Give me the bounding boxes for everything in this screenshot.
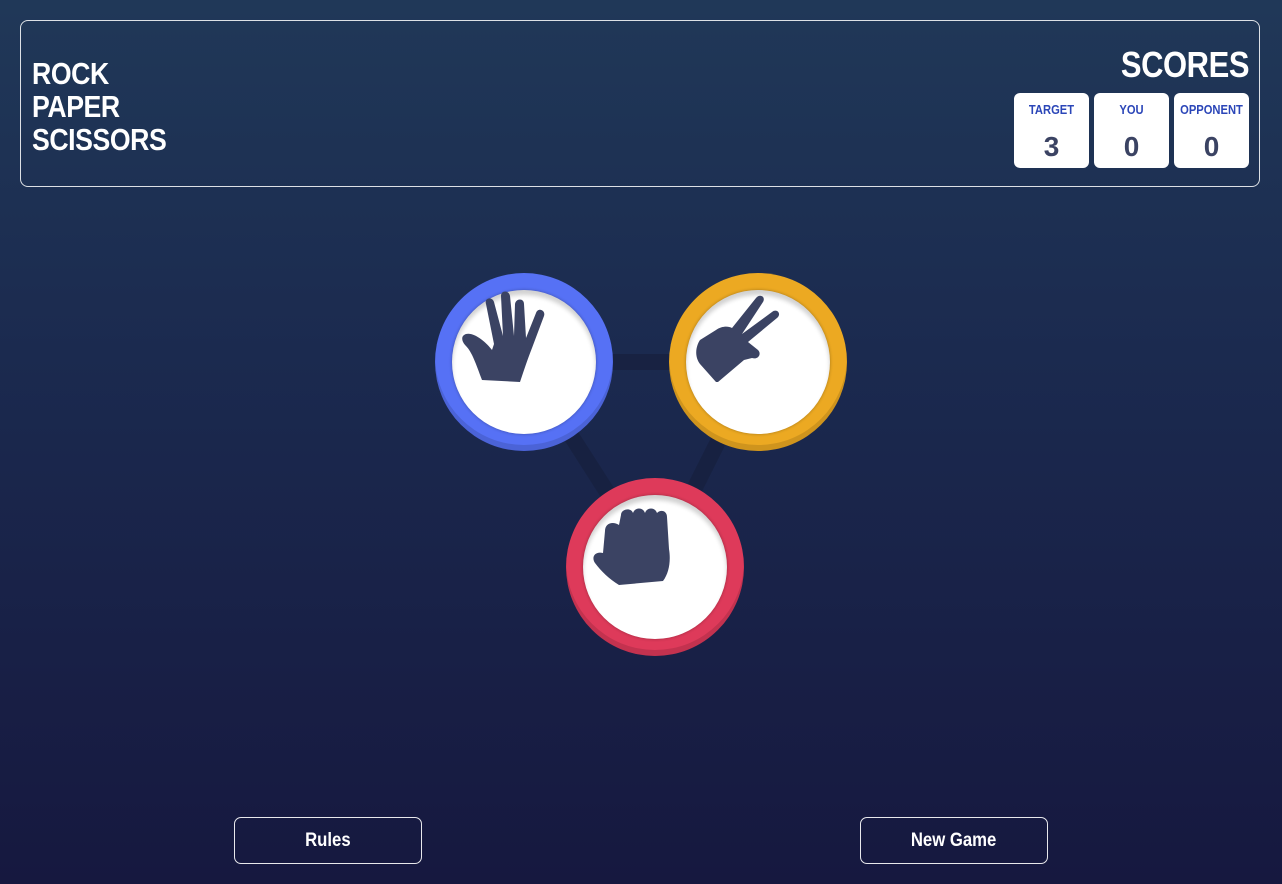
score-label-you: YOU [1119, 102, 1144, 117]
score-boxes: TARGET 3 YOU 0 OPPONENT 0 [1014, 93, 1249, 168]
score-value-opponent: 0 [1203, 131, 1220, 162]
paper-token[interactable] [435, 273, 613, 451]
scissors-token-face [686, 290, 830, 434]
new-game-button-label: New Game [911, 829, 997, 851]
rules-button[interactable]: Rules [234, 817, 422, 864]
new-game-button[interactable]: New Game [860, 817, 1048, 864]
scissors-hand-icon [696, 295, 780, 382]
score-value-target: 3 [1043, 131, 1060, 162]
rules-button-label: Rules [305, 829, 351, 851]
rock-token-face [583, 495, 727, 639]
rock-fist-icon [593, 508, 670, 585]
score-value-you: 0 [1123, 131, 1140, 162]
game-title: ROCK PAPER SCISSORS [32, 56, 167, 157]
header-panel: ROCK PAPER SCISSORS SCORES TARGET 3 YOU … [20, 20, 1260, 187]
score-box-you: YOU 0 [1094, 93, 1169, 168]
scores-heading: SCORES [1120, 44, 1250, 85]
title-line-rock: ROCK [32, 56, 109, 91]
scissors-token[interactable] [669, 273, 847, 451]
score-box-target: TARGET 3 [1014, 93, 1089, 168]
score-box-opponent: OPPONENT 0 [1174, 93, 1249, 168]
paper-token-face [452, 290, 596, 434]
title-line-scissors: SCISSORS [32, 122, 167, 157]
paper-hand-icon [462, 291, 545, 382]
score-label-target: TARGET [1028, 102, 1075, 117]
title-line-paper: PAPER [32, 89, 120, 124]
score-label-opponent: OPPONENT [1180, 102, 1243, 117]
rock-token[interactable] [566, 478, 744, 656]
